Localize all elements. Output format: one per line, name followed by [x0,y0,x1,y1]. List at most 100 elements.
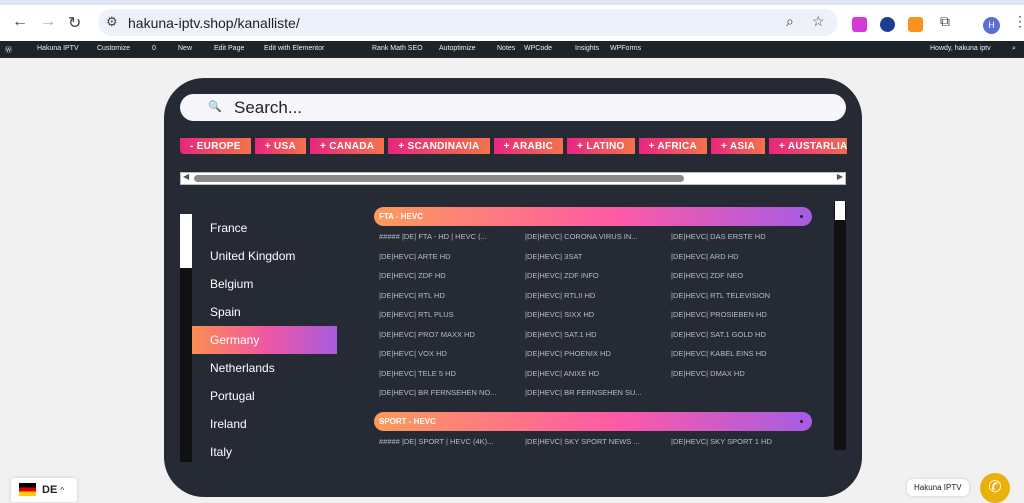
channel-item[interactable]: |DE|HEVC| ZDF NEO [671,271,817,291]
extension-icon[interactable] [880,17,895,32]
group-header[interactable]: SPORT - HEVC [374,412,812,431]
channel-item[interactable]: |DE|HEVC| ARTE HD [379,252,525,272]
scrollbar-thumb[interactable] [180,214,192,268]
channel-item[interactable]: |DE|HEVC| TELE 5 HD [379,369,525,389]
tab-canada[interactable]: + CANADA [309,138,385,154]
channel-item[interactable]: |DE|HEVC| PHOENIX HD [525,349,671,369]
language-code: DE [42,484,58,496]
address-bar[interactable]: ⚙ hakuna-iptv.shop/kanalliste/ [98,9,838,36]
wordpress-logo-icon[interactable]: Ⓦ [5,45,12,55]
channel-item[interactable]: |DE|HEVC| RTL HD [379,291,525,311]
back-icon[interactable]: ← [12,13,28,31]
wp-account[interactable]: Howdy, hakuna iptv [930,45,991,52]
tab-arabic[interactable]: + ARABIC [493,138,564,154]
channel-item[interactable]: |DE|HEVC| SAT.1 HD [525,330,671,350]
channel-item[interactable]: |DE|HEVC| SKY SPORT 1 HD [671,437,817,457]
channel-item[interactable]: |DE|HEVC| SIXX HD [525,310,671,330]
profile-avatar[interactable]: H [983,17,1000,34]
channel-item[interactable]: |DE|HEVC| RTL TELEVISION [671,291,817,311]
search-icon[interactable]: ⌕ [1012,45,1016,53]
bookmark-star-icon[interactable]: ☆ [812,13,825,30]
channel-item[interactable]: |DE|HEVC| SKY SPORT NEWS ... [525,437,671,457]
site-settings-icon[interactable]: ⚙ [106,14,118,30]
country-portugal[interactable]: Portugal [192,382,337,410]
scroll-right-icon[interactable]: ▶ [837,172,843,181]
channel-item[interactable]: |DE|HEVC| KABEL EINS HD [671,349,817,369]
tab-africa[interactable]: + AFRICA [638,138,708,154]
channel-item[interactable]: ##### |DE| SPORT | HEVC (4K)... [379,437,525,457]
wp-autoptimize[interactable]: Autoptimize [439,45,476,52]
channel-group-fta: FTA - HEVC ##### |DE| FTA - HD | HEVC (.… [374,207,812,408]
tab-europe[interactable]: - EUROPE [180,138,251,154]
germany-flag-icon [19,483,36,496]
country-italy[interactable]: Italy [192,438,337,466]
extension-icon[interactable] [852,17,867,32]
channel-item[interactable]: |DE|HEVC| DMAX HD [671,369,817,389]
channel-item[interactable]: |DE|HEVC| VOX HD [379,349,525,369]
country-germany[interactable]: Germany [192,326,337,354]
country-netherlands[interactable]: Netherlands [192,354,337,382]
channel-item[interactable]: |DE|HEVC| 3SAT [525,252,671,272]
channel-item[interactable]: |DE|HEVC| ZDF HD [379,271,525,291]
channel-item[interactable]: |DE|HEVC| BR FERNSEHEN SU... [525,388,671,408]
whatsapp-icon[interactable]: ✆ [980,473,1010,503]
wp-rank-math[interactable]: Rank Math SEO [372,45,423,52]
wp-customize[interactable]: Customize [97,45,130,52]
country-spain[interactable]: Spain [192,298,337,326]
channel-group-sport: SPORT - HEVC ##### |DE| SPORT | HEVC (4K… [374,412,812,457]
channel-item[interactable]: |DE|HEVC| SAT.1 GOLD HD [671,330,817,350]
channel-item[interactable]: |DE|HEVC| PRO7 MAXX HD [379,330,525,350]
wp-site-link[interactable]: Hakuna IPTV [37,45,79,52]
channel-item[interactable]: |DE|HEVC| BR FERNSEHEN NO... [379,388,525,408]
channel-item[interactable]: |DE|HEVC| ANIXE HD [525,369,671,389]
channel-item[interactable]: |DE|HEVC| CORONA VIRUS IN... [525,232,671,252]
tab-scandinavia[interactable]: + SCANDINAVIA [388,138,490,154]
channel-item[interactable]: |DE|HEVC| ZDF INFO [525,271,671,291]
channel-scrollbar[interactable] [834,201,846,450]
extensions-puzzle-icon[interactable]: ⧉ [940,13,950,30]
country-ireland[interactable]: Ireland [192,410,337,438]
region-tabs: - EUROPE + USA + CANADA + SCANDINAVIA + ARAB… [180,136,847,154]
channel-item[interactable]: |DE|HEVC| DAS ERSTE HD [671,232,817,252]
tab-usa[interactable]: + USA [254,138,306,154]
zoom-icon[interactable]: ⌕ [786,13,794,30]
channel-item[interactable]: |DE|HEVC| RTL PLUS [379,310,525,330]
wp-comments[interactable]: 0 [152,45,156,52]
channel-item[interactable]: |DE|HEVC| ARD HD [671,252,817,272]
country-scrollbar[interactable] [180,214,192,462]
search-input[interactable]: 🔍 Search... [180,94,846,121]
channel-item[interactable]: |DE|HEVC| PROSIEBEN HD [671,310,817,330]
channel-item[interactable]: ##### |DE| FTA - HD | HEVC (... [379,232,525,252]
country-united-kingdom[interactable]: United Kingdom [192,242,337,270]
wp-new[interactable]: New [178,45,192,52]
forward-icon[interactable]: → [40,13,56,31]
reload-icon[interactable]: ↻ [68,13,81,33]
country-belgium[interactable]: Belgium [192,270,337,298]
scrollbar-thumb[interactable] [194,175,684,182]
url-text: hakuna-iptv.shop/kanalliste/ [128,15,300,31]
wp-wpcode[interactable]: WPCode [524,45,552,52]
tab-latino[interactable]: + LATINO [567,138,635,154]
extension-icon[interactable] [908,17,923,32]
menu-icon[interactable]: ⋮ [1013,13,1024,30]
language-switcher[interactable]: DE ^ [11,478,77,502]
country-list: France United Kingdom Belgium Spain Germ… [192,214,337,466]
wp-insights[interactable]: Insights [575,45,599,52]
browser-toolbar: ← → ↻ ⚙ hakuna-iptv.shop/kanalliste/ ⌕ ☆ … [0,0,1024,41]
scrollbar-thumb[interactable] [835,201,845,220]
channel-grid: ##### |DE| FTA - HD | HEVC (... |DE|HEVC|… [374,226,812,408]
tabs-horizontal-scrollbar[interactable]: ◀ ▶ [180,172,846,185]
country-france[interactable]: France [192,214,337,242]
scroll-left-icon[interactable]: ◀ [183,172,189,181]
tab-australia[interactable]: + AUSTARLIA [769,138,847,154]
wp-edit-page[interactable]: Edit Page [214,45,244,52]
group-header[interactable]: FTA - HEVC [374,207,812,226]
channel-grid: ##### |DE| SPORT | HEVC (4K)... |DE|HEVC|… [374,431,812,457]
wp-elementor[interactable]: Edit with Elementor [264,45,324,52]
channel-list-card: 🔍 Search... - EUROPE + USA + CANADA + SCANDI… [164,78,862,497]
channel-item[interactable]: |DE|HEVC| RTLII HD [525,291,671,311]
whatsapp-label[interactable]: Hakuna IPTV [907,479,969,496]
wp-notes[interactable]: Notes [497,45,515,52]
wp-wpforms[interactable]: WPForms [610,45,641,52]
tab-asia[interactable]: + ASIA [711,138,765,154]
